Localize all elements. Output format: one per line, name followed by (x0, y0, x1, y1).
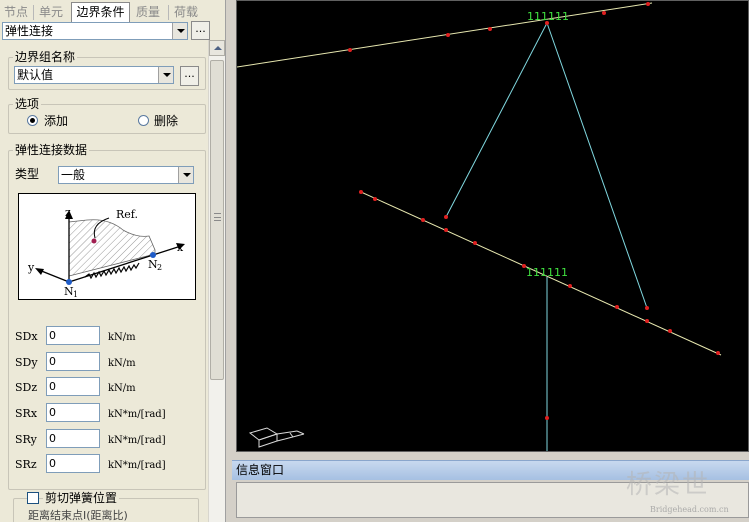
node (615, 305, 619, 309)
node (668, 329, 672, 333)
sdx-unit: kN/m (108, 332, 136, 343)
shear-spring-checkbox[interactable] (27, 492, 39, 504)
top-deck-beam (237, 2, 653, 68)
sdy-label: SDy (15, 356, 38, 369)
boundary-group-value: 默认值 (17, 68, 54, 82)
sdz-unit: kN/m (108, 383, 136, 394)
type-label: 类型 (15, 167, 40, 181)
srx-label: SRx (15, 407, 38, 420)
node (473, 241, 477, 245)
node (446, 33, 450, 37)
node (444, 215, 448, 219)
scroll-thumb[interactable] (210, 60, 224, 380)
boundary-type-value: 弹性连接 (5, 24, 54, 38)
node (348, 48, 352, 52)
elastic-link-left (445, 22, 548, 218)
sdx-input[interactable]: 0 (46, 326, 100, 345)
node (421, 218, 425, 222)
tab-separator (33, 5, 34, 20)
delete-radio[interactable] (138, 115, 149, 126)
n2-subscript: 2 (157, 263, 162, 272)
tab-elements[interactable]: 单元 (37, 3, 65, 22)
ref-label: Ref. (116, 208, 138, 221)
boundary-type-select[interactable]: 弹性连接 (2, 22, 188, 40)
sdy-unit: kN/m (108, 358, 136, 369)
node (545, 416, 549, 420)
model-view-svg: 111111 111111 (237, 2, 722, 451)
y-axis (38, 269, 70, 283)
axis-triad-icon (248, 427, 305, 448)
boundary-group-label: 边界组名称 (13, 50, 78, 64)
node (646, 2, 650, 6)
srx-input[interactable]: 0 (46, 403, 100, 422)
chevron-down-icon[interactable] (178, 167, 193, 183)
sry-label: SRy (15, 433, 37, 446)
node (645, 306, 649, 310)
z-axis-label: z (65, 206, 71, 219)
watermark-logo: 桥梁世 (626, 470, 711, 500)
chevron-down-icon[interactable] (158, 67, 173, 83)
node (716, 351, 720, 355)
sdz-input[interactable]: 0 (46, 377, 100, 396)
tab-nodes[interactable]: 节点 (2, 3, 30, 22)
elastic-link-diagram-svg: Ref. z x y N 1 N 2 (27, 206, 185, 299)
srz-input[interactable]: 0 (46, 454, 100, 473)
ref-point (91, 238, 97, 244)
tab-mass[interactable]: 质量 (134, 3, 162, 22)
node (645, 319, 649, 323)
y-axis-label: y (27, 261, 35, 274)
scroll-up-button[interactable] (209, 40, 225, 56)
sdz-label: SDz (15, 381, 38, 394)
boundary-label-mid: 111111 (526, 266, 568, 279)
tree-tabs: 节点 单元 边界条件 质量 荷载 (0, 2, 225, 22)
boundary-label-top: 111111 (527, 10, 569, 23)
boundary-group-select[interactable]: 默认值 (14, 66, 174, 84)
sry-input[interactable]: 0 (46, 429, 100, 448)
node (488, 27, 492, 31)
link-type-select[interactable]: 一般 (58, 166, 194, 184)
elastic-link-diagram: Ref. z x y N 1 N 2 (18, 193, 196, 300)
sry-unit: kN*m/[rad] (108, 435, 166, 446)
x-axis-label: x (177, 241, 184, 254)
add-label: 添加 (44, 114, 69, 128)
shear-spring-distance-label: 距离结束点I(距离比) (28, 509, 128, 522)
node (373, 197, 377, 201)
delete-label: 删除 (154, 114, 179, 128)
boundary-panel: 节点 单元 边界条件 质量 荷载 弹性连接 ... 边界组名称 默认值 ... … (0, 0, 226, 522)
shear-spring-label: 剪切弹簧位置 (43, 491, 120, 505)
info-window-title: 信息窗口 (236, 463, 285, 477)
srz-unit: kN*m/[rad] (108, 460, 166, 471)
sdx-label: SDx (15, 330, 38, 343)
boundary-group-more-button[interactable]: ... (180, 66, 199, 86)
sdy-input[interactable]: 0 (46, 352, 100, 371)
boundary-type-more-button[interactable]: ... (191, 21, 210, 40)
tab-separator (168, 5, 169, 20)
node (359, 190, 363, 194)
elastic-link-label: 弹性连接数据 (13, 143, 90, 157)
srz-label: SRz (15, 458, 37, 471)
watermark-url: Bridgehead.com.cn (650, 505, 729, 514)
scroll-grip-icon (214, 213, 221, 221)
node (568, 284, 572, 288)
link-type-value: 一般 (61, 168, 86, 182)
n1-subscript: 1 (73, 290, 78, 299)
node (602, 11, 606, 15)
panel-scrollbar[interactable] (208, 40, 225, 522)
tab-loads[interactable]: 荷载 (172, 3, 200, 22)
add-radio[interactable] (27, 115, 38, 126)
model-viewport[interactable]: 111111 111111 (236, 0, 749, 452)
tab-boundary[interactable]: 边界条件 (71, 2, 130, 22)
options-label: 选项 (13, 97, 42, 111)
panel-splitter[interactable] (227, 0, 236, 522)
node (444, 228, 448, 232)
chevron-down-icon[interactable] (172, 23, 187, 39)
srx-unit: kN*m/[rad] (108, 409, 166, 420)
y-arrow (35, 268, 44, 275)
